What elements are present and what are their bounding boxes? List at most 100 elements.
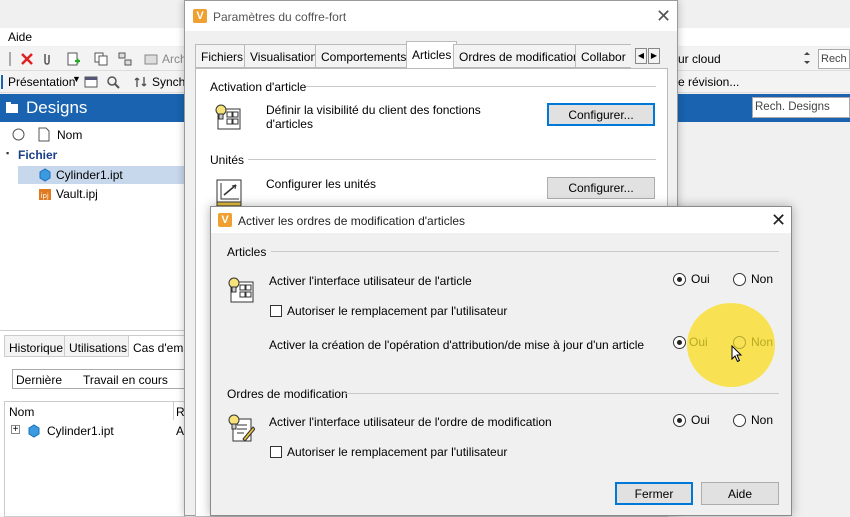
item-grid-icon bbox=[228, 277, 254, 303]
revision-label[interactable]: e révision... bbox=[678, 75, 739, 89]
enable-change-order-ui-yes-radio[interactable] bbox=[673, 414, 686, 427]
part-file-icon bbox=[28, 424, 40, 438]
main-search-input[interactable]: Rech bbox=[818, 49, 850, 69]
section-divider bbox=[345, 393, 779, 394]
version-filter[interactable]: Dernière bbox=[16, 373, 62, 387]
tab-behaviors[interactable]: Comportements bbox=[315, 44, 413, 68]
close-icon[interactable]: ✕ bbox=[656, 7, 671, 25]
find-icon[interactable] bbox=[106, 75, 120, 89]
menu-help[interactable]: Aide bbox=[8, 30, 32, 44]
tab-history[interactable]: Historique bbox=[4, 335, 69, 357]
col-header-name[interactable]: Nom bbox=[9, 405, 34, 419]
item-activation-description: Définir la visibilité du client des fonc… bbox=[266, 103, 481, 131]
enable-item-assign-yes-label[interactable]: Oui bbox=[689, 335, 708, 349]
vault-logo-icon: V bbox=[193, 9, 207, 23]
view-menu-chevron-icon[interactable]: ▼ bbox=[72, 74, 81, 84]
folder-icon bbox=[6, 102, 18, 113]
section-articles: Articles bbox=[227, 245, 267, 259]
change-order-allow-override-checkbox[interactable] bbox=[270, 446, 282, 458]
section-divider bbox=[248, 159, 656, 160]
collapse-icon[interactable]: ▪ bbox=[6, 148, 9, 158]
scroll-arrows-icon[interactable] bbox=[800, 51, 814, 65]
tab-items[interactable]: Articles bbox=[406, 41, 458, 68]
tree-group-file[interactable]: Fichier bbox=[18, 148, 57, 162]
tab-files[interactable]: Fichiers bbox=[195, 44, 250, 68]
tree-row-selected[interactable]: Cylinder1.ipt bbox=[18, 166, 186, 184]
project-file-icon: ipj bbox=[39, 189, 51, 200]
view-menu-label[interactable]: Présentation bbox=[8, 75, 75, 89]
units-icon bbox=[216, 179, 242, 207]
tree-file-name: Vault.ipj bbox=[56, 187, 98, 201]
sync-label[interactable]: Synch bbox=[152, 75, 185, 89]
structure-icon[interactable] bbox=[118, 52, 132, 66]
section-item-activation: Activation d'article bbox=[210, 80, 307, 94]
enable-change-order-ui-yes-label[interactable]: Oui bbox=[691, 413, 710, 427]
table-row-name[interactable]: Cylinder1.ipt bbox=[47, 424, 114, 438]
select-all-radio-icon[interactable] bbox=[12, 128, 25, 141]
designs-title: Designs bbox=[26, 98, 88, 117]
mouse-pointer-icon bbox=[731, 345, 743, 363]
attach-icon[interactable] bbox=[40, 52, 54, 66]
details-panel: Historique Utilisations Cas d'emp Derniè… bbox=[0, 330, 195, 517]
copy-icon[interactable] bbox=[94, 52, 108, 66]
section-divider bbox=[271, 251, 779, 252]
dialog-titlebar: V Activer les ordres de modification d'a… bbox=[211, 207, 791, 233]
units-description: Configurer les unités bbox=[266, 177, 377, 191]
item-grid-icon bbox=[215, 104, 241, 130]
table-row-r: A bbox=[176, 424, 185, 438]
vault-logo-icon: V bbox=[218, 213, 232, 227]
designs-search-input[interactable]: Rech. Designs bbox=[752, 97, 850, 118]
enable-item-ui-yes-label[interactable]: Oui bbox=[691, 272, 710, 286]
archive-label[interactable]: Arch bbox=[162, 52, 187, 66]
configure-units-button[interactable]: Configurer... bbox=[547, 177, 655, 199]
enable-items-change-orders-dialog: V Activer les ordres de modification d'a… bbox=[210, 206, 792, 516]
close-icon[interactable]: ✕ bbox=[771, 211, 786, 229]
section-change-orders: Ordres de modification bbox=[227, 387, 348, 401]
configure-items-button[interactable]: Configurer... bbox=[547, 103, 655, 126]
document-icon bbox=[38, 127, 50, 142]
tab-uses[interactable]: Utilisations bbox=[64, 335, 133, 357]
change-order-allow-override-label[interactable]: Autoriser le remplacement par l'utilisat… bbox=[287, 445, 507, 459]
section-units: Unités bbox=[210, 153, 245, 167]
dialog-titlebar: V Paramètres du coffre-fort ✕ bbox=[185, 1, 677, 31]
tree-column-name[interactable]: Nom bbox=[57, 128, 82, 142]
filter-bar[interactable]: Dernière Travail en cours bbox=[12, 369, 186, 389]
tab-scroll-left-icon[interactable]: ◀ bbox=[635, 48, 647, 64]
close-button[interactable]: Fermer bbox=[615, 482, 693, 505]
window-icon[interactable] bbox=[84, 75, 98, 89]
enable-item-assign-no-label[interactable]: Non bbox=[751, 335, 773, 349]
change-order-icon bbox=[228, 414, 255, 442]
tab-change-orders[interactable]: Ordres de modification bbox=[453, 44, 586, 68]
enable-item-ui-yes-radio[interactable] bbox=[673, 273, 686, 286]
toolbar-grip-icon bbox=[9, 52, 11, 66]
enable-item-assign-yes-radio[interactable] bbox=[673, 336, 686, 349]
enable-item-assign-label: Activer la création de l'opération d'att… bbox=[269, 338, 645, 352]
tree-row[interactable]: ipj Vault.ipj bbox=[18, 185, 186, 203]
enable-change-order-ui-no-label[interactable]: Non bbox=[751, 413, 773, 427]
sync-icon[interactable] bbox=[134, 75, 148, 89]
tab-visualization[interactable]: Visualisation bbox=[244, 44, 324, 68]
section-divider bbox=[306, 86, 656, 87]
tab-scroll-right-icon[interactable]: ▶ bbox=[648, 48, 660, 64]
help-button[interactable]: Aide bbox=[701, 482, 779, 505]
enable-item-ui-no-radio[interactable] bbox=[733, 273, 746, 286]
tab-collaboration[interactable]: Collabor bbox=[575, 44, 631, 68]
enable-item-ui-label: Activer l'interface utilisateur de l'art… bbox=[269, 274, 472, 288]
expand-icon[interactable]: + bbox=[11, 425, 20, 435]
new-file-icon[interactable] bbox=[66, 52, 80, 66]
item-allow-override-checkbox[interactable] bbox=[270, 305, 282, 317]
cloud-label[interactable]: ur cloud bbox=[678, 52, 721, 66]
svg-text:ipj: ipj bbox=[41, 192, 49, 200]
tree-file-name: Cylinder1.ipt bbox=[56, 168, 123, 182]
enable-change-order-ui-label: Activer l'interface utilisateur de l'ord… bbox=[269, 415, 552, 429]
enable-item-ui-no-label[interactable]: Non bbox=[751, 272, 773, 286]
enable-change-order-ui-no-radio[interactable] bbox=[733, 414, 746, 427]
state-filter[interactable]: Travail en cours bbox=[83, 373, 168, 387]
dialog-title: Paramètres du coffre-fort bbox=[213, 10, 347, 24]
dialog-title: Activer les ordres de modification d'art… bbox=[238, 214, 466, 228]
column-divider bbox=[173, 402, 174, 420]
where-used-table: Nom R + Cylinder1.ipt A bbox=[4, 401, 186, 517]
delete-icon[interactable] bbox=[20, 52, 34, 66]
archive-icon[interactable] bbox=[144, 52, 158, 66]
item-allow-override-label[interactable]: Autoriser le remplacement par l'utilisat… bbox=[287, 304, 507, 318]
